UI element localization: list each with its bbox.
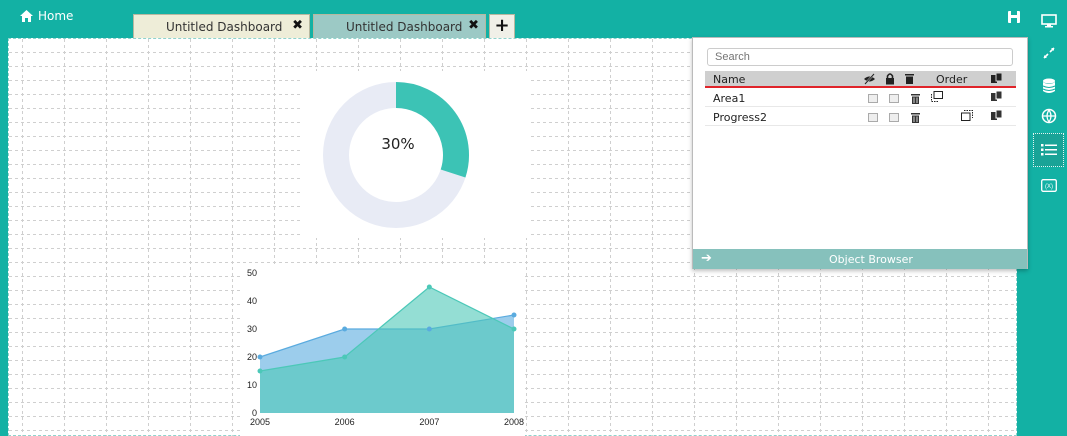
x-tick-label: 2006 bbox=[335, 417, 355, 427]
y-tick-label: 50 bbox=[247, 268, 257, 278]
object-row-progress2[interactable]: Progress2 bbox=[705, 108, 1016, 126]
save-icon[interactable] bbox=[1008, 11, 1020, 23]
data-point[interactable] bbox=[511, 326, 517, 332]
data-point[interactable] bbox=[511, 312, 517, 318]
top-bar: Home Untitled Dashboard ✖ Untitled Dashb… bbox=[0, 0, 1030, 38]
copy-icon bbox=[991, 73, 1002, 83]
tab-label: Untitled Dashboard bbox=[166, 20, 283, 34]
y-tick-label: 40 bbox=[247, 296, 257, 306]
data-point[interactable] bbox=[426, 326, 432, 332]
data-point[interactable] bbox=[257, 354, 263, 360]
close-tab-icon[interactable]: ✖ bbox=[292, 18, 303, 33]
right-toolbar: (X) bbox=[1030, 0, 1067, 436]
progress-donut-widget[interactable]: 30% bbox=[300, 71, 530, 238]
database-button[interactable] bbox=[1035, 73, 1062, 99]
column-order: Order bbox=[936, 73, 968, 86]
search-input[interactable] bbox=[707, 48, 1013, 66]
visibility-off-icon bbox=[864, 73, 875, 85]
add-tab-button[interactable]: + bbox=[489, 14, 515, 38]
object-browser-footer: ➔ Object Browser bbox=[693, 249, 1027, 269]
donut-chart: 30% bbox=[323, 82, 469, 228]
object-name: Area1 bbox=[713, 92, 746, 105]
object-browser-header: Name Order bbox=[705, 71, 1016, 88]
data-point[interactable] bbox=[342, 326, 348, 332]
x-tick-label: 2005 bbox=[250, 417, 270, 427]
expand-icon bbox=[1042, 47, 1055, 59]
visibility-checkbox[interactable] bbox=[868, 113, 878, 122]
y-tick-label: 20 bbox=[247, 352, 257, 362]
formula-button[interactable]: (X) bbox=[1035, 172, 1062, 198]
object-name: Progress2 bbox=[713, 111, 767, 124]
data-point[interactable] bbox=[257, 368, 263, 374]
object-browser-title: Object Browser bbox=[829, 253, 913, 266]
home-button[interactable]: Home bbox=[20, 9, 73, 23]
trash-icon bbox=[905, 74, 914, 84]
globe-button[interactable] bbox=[1035, 103, 1062, 129]
monitor-icon bbox=[1040, 14, 1057, 28]
home-label: Home bbox=[38, 9, 74, 23]
x-tick-label: 2007 bbox=[419, 417, 439, 427]
column-name: Name bbox=[713, 73, 746, 86]
tab-dashboard-2[interactable]: Untitled Dashboard ✖ bbox=[313, 14, 486, 38]
expand-button[interactable] bbox=[1035, 40, 1062, 66]
lock-icon bbox=[886, 73, 894, 85]
tab-dashboard-1[interactable]: Untitled Dashboard ✖ bbox=[133, 14, 310, 38]
lock-checkbox[interactable] bbox=[889, 113, 899, 122]
tab-label: Untitled Dashboard bbox=[346, 20, 463, 34]
copy-icon[interactable] bbox=[991, 110, 1002, 121]
trash-icon[interactable] bbox=[911, 112, 920, 123]
x-tick-label: 2008 bbox=[504, 417, 524, 427]
bring-forward-icon[interactable] bbox=[931, 91, 943, 102]
collapse-arrow-icon[interactable]: ➔ bbox=[701, 251, 712, 266]
home-icon bbox=[20, 10, 33, 22]
area-chart-widget[interactable]: 0 10 20 30 40 50 2005 2006 2007 2008 bbox=[240, 264, 525, 436]
y-tick-label: 30 bbox=[247, 324, 257, 334]
database-icon bbox=[1042, 78, 1055, 93]
list-button[interactable] bbox=[1033, 133, 1064, 167]
data-point[interactable] bbox=[342, 354, 348, 360]
visibility-checkbox[interactable] bbox=[868, 94, 878, 103]
donut-value-label: 30% bbox=[381, 135, 414, 153]
close-tab-icon[interactable]: ✖ bbox=[468, 18, 479, 33]
area-chart: 010203040502005 2006 2007 2008 bbox=[247, 268, 524, 427]
formula-icon: (X) bbox=[1040, 178, 1057, 192]
data-point[interactable] bbox=[426, 284, 432, 290]
object-row-area1[interactable]: Area1 bbox=[705, 89, 1016, 107]
list-icon bbox=[1040, 144, 1057, 156]
lock-checkbox[interactable] bbox=[889, 94, 899, 103]
send-backward-icon[interactable] bbox=[961, 110, 973, 121]
monitor-button[interactable] bbox=[1035, 8, 1062, 34]
svg-text:(X): (X) bbox=[1045, 184, 1053, 190]
object-browser-panel: Name Order Area1 Progress2 ➔ Object Brow… bbox=[692, 37, 1028, 269]
globe-icon bbox=[1041, 108, 1056, 124]
copy-icon[interactable] bbox=[991, 91, 1002, 102]
trash-icon[interactable] bbox=[911, 93, 920, 104]
y-tick-label: 10 bbox=[247, 380, 257, 390]
